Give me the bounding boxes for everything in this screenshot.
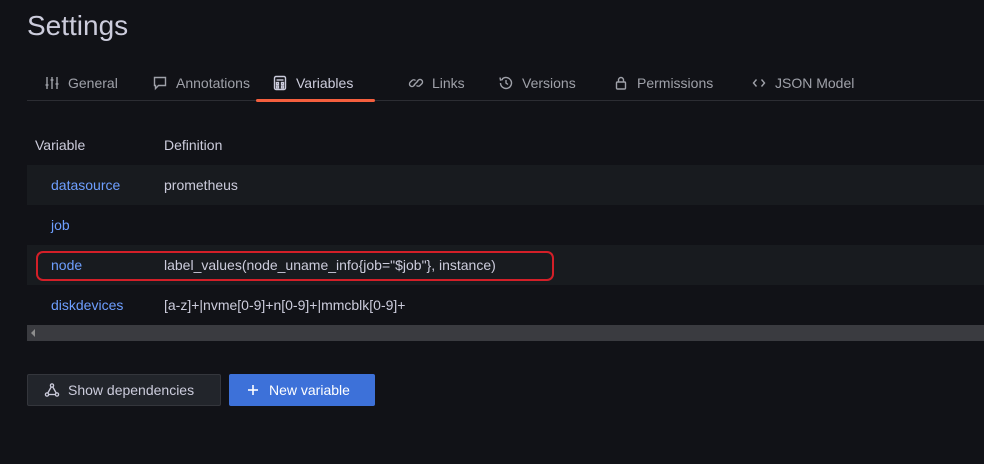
- tab-json-model[interactable]: JSON Model: [751, 64, 854, 101]
- plus-icon: [248, 385, 258, 395]
- history-icon: [498, 75, 514, 91]
- tab-general[interactable]: General: [44, 64, 118, 101]
- variable-definition: [a-z]+|nvme[0-9]+n[0-9]+|mmcblk[0-9]+: [164, 297, 406, 313]
- code-icon: [751, 75, 767, 91]
- variable-definition: label_values(node_uname_info{job="$job"}…: [164, 257, 496, 273]
- table-row[interactable]: node label_values(node_uname_info{job="$…: [27, 245, 984, 285]
- table-row[interactable]: diskdevices [a-z]+|nvme[0-9]+n[0-9]+|mmc…: [27, 285, 984, 325]
- tab-links[interactable]: Links: [408, 64, 465, 101]
- settings-page: Settings General Annotations Variables L…: [0, 0, 984, 464]
- table-row[interactable]: job: [27, 205, 984, 245]
- tab-label: Links: [432, 74, 465, 91]
- lock-icon: [613, 75, 629, 91]
- variable-name-link[interactable]: datasource: [27, 177, 164, 193]
- table-header: Variable Definition: [27, 125, 984, 165]
- column-header-definition: Definition: [164, 137, 223, 153]
- variable-name-link[interactable]: job: [27, 217, 164, 233]
- new-variable-button[interactable]: New variable: [229, 374, 375, 406]
- tab-label: JSON Model: [775, 74, 855, 91]
- horizontal-scrollbar[interactable]: [27, 325, 984, 341]
- button-label: New variable: [269, 382, 350, 398]
- page-title: Settings: [27, 10, 129, 41]
- settings-tabs: General Annotations Variables Links Vers…: [27, 64, 984, 102]
- tab-versions[interactable]: Versions: [498, 64, 576, 101]
- sliders-icon: [44, 75, 60, 91]
- scroll-left-arrow-icon[interactable]: [31, 329, 35, 337]
- tab-label: Permissions: [637, 74, 714, 91]
- tab-annotations[interactable]: Annotations: [152, 64, 250, 101]
- graph-icon: [44, 383, 60, 397]
- tab-label: General: [68, 74, 118, 91]
- variable-definition: prometheus: [164, 177, 238, 193]
- tab-label: Variables: [296, 74, 354, 91]
- table-row[interactable]: datasource prometheus: [27, 165, 984, 205]
- variable-name-link[interactable]: node: [27, 257, 164, 273]
- link-icon: [408, 75, 424, 91]
- variables-table: Variable Definition datasource prometheu…: [27, 125, 984, 341]
- tab-permissions[interactable]: Permissions: [613, 64, 713, 101]
- show-dependencies-button[interactable]: Show dependencies: [27, 374, 221, 406]
- tab-label: Versions: [522, 74, 576, 91]
- column-header-variable: Variable: [35, 137, 86, 153]
- tab-variables[interactable]: Variables: [256, 64, 375, 102]
- tab-label: Annotations: [176, 74, 250, 91]
- calculator-icon: [272, 75, 288, 91]
- variable-name-link[interactable]: diskdevices: [27, 297, 164, 313]
- comment-icon: [152, 75, 168, 91]
- button-label: Show dependencies: [68, 382, 195, 398]
